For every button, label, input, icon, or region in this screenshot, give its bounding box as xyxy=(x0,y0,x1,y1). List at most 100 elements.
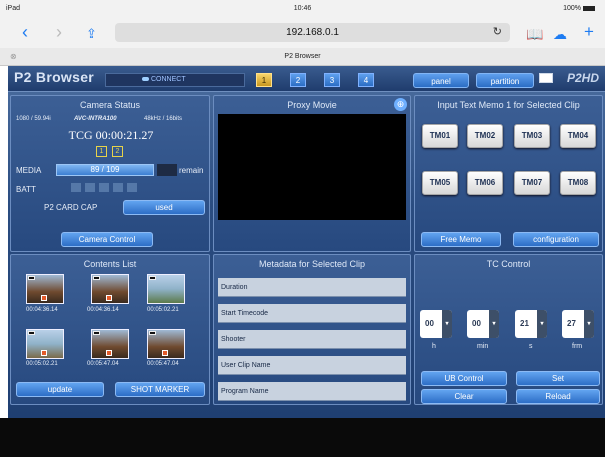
clip-thumbnail[interactable] xyxy=(147,329,185,359)
app-header: P2 Browser CONNECT 1 2 3 4 panel partiti… xyxy=(8,66,605,92)
ipad-screen: iPad 10:46 100% ‹ › ⇪ 📖 ☁ + 192.168.0.1 … xyxy=(0,0,605,457)
tc-control-panel: TC Control 00 ▾ 00 ▾ 21 ▾ 27 ▾ h min s frm U… xyxy=(414,254,603,405)
ios-status-bar: iPad 10:46 100% xyxy=(0,0,605,18)
card-slot-2: 2 xyxy=(112,146,123,157)
batt-cell xyxy=(127,183,137,192)
clip-index xyxy=(28,276,35,280)
tm07-button[interactable]: TM07 xyxy=(514,171,550,195)
clip-thumbnail[interactable] xyxy=(26,274,64,304)
configuration-button[interactable]: configuration xyxy=(513,232,599,247)
metadata-row[interactable]: Duration xyxy=(218,278,406,297)
share-icon[interactable]: ⇪ xyxy=(86,24,97,44)
media-remain-label: remain xyxy=(179,166,204,175)
clip-index xyxy=(93,276,100,280)
set-button[interactable]: Set xyxy=(516,371,600,386)
slot-4-button[interactable]: 4 xyxy=(358,73,374,87)
chevron-right-icon[interactable]: › xyxy=(56,22,62,42)
tc-control-title: TC Control xyxy=(486,259,531,269)
battery-indicator: 100% xyxy=(563,5,595,12)
stepper-arrow-icon[interactable]: ▾ xyxy=(489,310,499,338)
book-icon[interactable]: 📖 xyxy=(526,24,543,44)
panel-button[interactable]: panel xyxy=(413,73,469,88)
tc-unit-label: frm xyxy=(572,343,583,350)
metadata-panel: Metadata for Selected Clip Duration Star… xyxy=(213,254,411,405)
tc-unit-label: h xyxy=(432,343,436,350)
cap-used-button[interactable]: used xyxy=(123,200,205,215)
tc-hour-stepper[interactable]: 00 ▾ xyxy=(420,310,452,338)
camera-control-button[interactable]: Camera Control xyxy=(61,232,153,247)
clip-thumbnail[interactable] xyxy=(26,329,64,359)
tm05-button[interactable]: TM05 xyxy=(422,171,458,195)
proxy-movie-title: Proxy Movie xyxy=(287,100,337,110)
wifi-icon xyxy=(142,77,149,81)
reload-button[interactable]: Reload xyxy=(516,389,600,404)
slot-3-button[interactable]: 3 xyxy=(324,73,340,87)
clip-index xyxy=(93,331,100,335)
batt-cell xyxy=(99,183,109,192)
clip-index xyxy=(28,331,35,335)
brand-title: P2 Browser xyxy=(14,69,95,85)
tm08-button[interactable]: TM08 xyxy=(560,171,596,195)
screen-icon[interactable] xyxy=(539,73,553,83)
metadata-row[interactable]: Program Name xyxy=(218,382,406,401)
proxy-video[interactable] xyxy=(218,114,406,220)
marker-icon xyxy=(41,350,47,356)
metadata-row[interactable]: User Clip Name xyxy=(218,356,406,375)
stepper-arrow-icon[interactable]: ▾ xyxy=(537,310,547,338)
card-slot-1: 1 xyxy=(96,146,107,157)
battery-icon xyxy=(583,5,595,11)
partition-button[interactable]: partition xyxy=(476,73,534,88)
zoom-icon[interactable]: ⊕ xyxy=(394,98,407,111)
metadata-row[interactable]: Shooter xyxy=(218,330,406,349)
clip-thumbnail[interactable] xyxy=(91,329,129,359)
tm02-button[interactable]: TM02 xyxy=(467,124,503,148)
shot-marker-button[interactable]: SHOT MARKER xyxy=(115,382,205,397)
update-button[interactable]: update xyxy=(16,382,104,397)
slot-1-button[interactable]: 1 xyxy=(256,73,272,87)
clip-duration: 00:04:36.14 xyxy=(87,307,119,313)
clip-duration: 00:05:47.04 xyxy=(87,361,119,367)
media-value: 89 / 109 xyxy=(90,165,120,174)
p2hd-logo: P2HD xyxy=(566,71,599,85)
clip-duration: 00:05:02.21 xyxy=(147,307,179,313)
clip-duration: 00:04:36.14 xyxy=(26,307,58,313)
marker-icon xyxy=(162,350,168,356)
batt-cell xyxy=(71,183,81,192)
proxy-movie-panel: Proxy Movie ⊕ xyxy=(213,95,411,252)
tc-second-stepper[interactable]: 21 ▾ xyxy=(515,310,547,338)
tab-title[interactable]: P2 Browser xyxy=(284,53,320,60)
text-memo-title: Input Text Memo 1 for Selected Clip xyxy=(437,100,580,110)
stepper-arrow-icon[interactable]: ▾ xyxy=(584,310,594,338)
bottom-black-area xyxy=(0,418,605,457)
metadata-row[interactable]: Start Timecode xyxy=(218,304,406,323)
contents-list-title: Contents List xyxy=(83,259,137,269)
metadata-title: Metadata for Selected Clip xyxy=(258,259,366,269)
tc-minute-stepper[interactable]: 00 ▾ xyxy=(467,310,499,338)
cloud-icon[interactable]: ☁ xyxy=(553,24,567,44)
connect-indicator[interactable]: CONNECT xyxy=(105,73,245,87)
tab-bar: ⊗ P2 Browser xyxy=(0,48,605,66)
clear-button[interactable]: Clear xyxy=(421,389,507,404)
chevron-left-icon[interactable]: ‹ xyxy=(22,22,28,42)
slot-2-button[interactable]: 2 xyxy=(290,73,306,87)
tm03-button[interactable]: TM03 xyxy=(514,124,550,148)
close-icon[interactable]: ⊗ xyxy=(10,48,17,65)
batt-label: BATT xyxy=(16,185,36,194)
tm01-button[interactable]: TM01 xyxy=(422,124,458,148)
plus-icon[interactable]: + xyxy=(584,22,594,42)
address-bar[interactable]: 192.168.0.1 ↻ xyxy=(115,23,510,42)
tc-frame-stepper[interactable]: 27 ▾ xyxy=(562,310,594,338)
clip-thumbnail[interactable] xyxy=(91,274,129,304)
reload-icon[interactable]: ↻ xyxy=(493,23,502,42)
tc-unit-label: s xyxy=(529,343,533,350)
ub-control-button[interactable]: UB Control xyxy=(421,371,507,386)
stepper-arrow-icon[interactable]: ▾ xyxy=(442,310,452,338)
tm06-button[interactable]: TM06 xyxy=(467,171,503,195)
tm04-button[interactable]: TM04 xyxy=(560,124,596,148)
marker-icon xyxy=(106,350,112,356)
clip-thumbnail[interactable] xyxy=(147,274,185,304)
tcg-readout: TCG 00:00:21.27 xyxy=(68,128,154,142)
p2-card-cap-label: P2 CARD CAP xyxy=(44,203,98,212)
clock: 10:46 xyxy=(293,5,312,12)
free-memo-button[interactable]: Free Memo xyxy=(421,232,501,247)
